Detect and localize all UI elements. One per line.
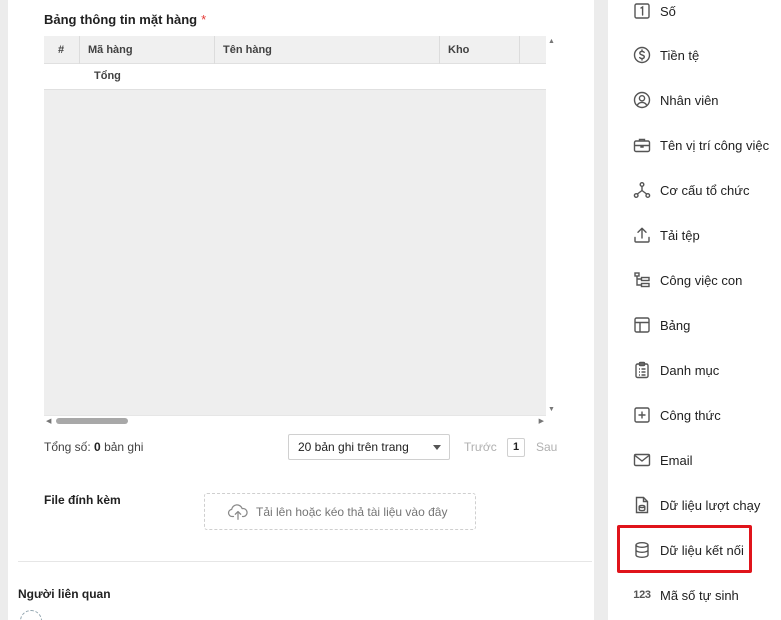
horizontal-scroll-thumb[interactable] <box>56 418 128 424</box>
grid-header: # Mã hàng Tên hàng Kho <box>44 36 546 64</box>
palette-item-number[interactable]: Số <box>632 0 781 22</box>
grid-empty-area <box>44 90 546 415</box>
database-icon <box>632 540 652 560</box>
required-mark: * <box>201 12 207 27</box>
auto-number-icon: 123 <box>633 589 651 601</box>
briefcase-icon <box>632 135 652 155</box>
palette-item-category[interactable]: Danh mục <box>632 359 781 381</box>
scroll-left-icon[interactable]: ◀ <box>46 417 51 425</box>
palette-item-email[interactable]: Email <box>632 449 781 471</box>
palette-item-job-position[interactable]: Tên vị trí công việc <box>632 134 781 156</box>
panel-notch <box>8 126 14 138</box>
column-header-index[interactable]: # <box>44 36 80 64</box>
palette-item-subtask[interactable]: Công việc con <box>632 269 781 291</box>
scroll-down-icon[interactable]: ▼ <box>548 406 555 413</box>
dollar-icon <box>632 45 652 65</box>
file-data-icon <box>632 495 652 515</box>
palette-item-file-upload[interactable]: Tải tệp <box>632 224 781 246</box>
page-size-select[interactable]: 20 bản ghi trên trang <box>288 434 450 460</box>
record-count: 0 <box>94 440 101 454</box>
current-page[interactable]: 1 <box>507 438 525 457</box>
column-header-warehouse[interactable]: Kho <box>440 36 520 64</box>
palette-item-run-data[interactable]: Dữ liệu lượt chạy <box>632 494 781 516</box>
prev-page-button[interactable]: Trước <box>464 440 497 454</box>
vertical-scrollbar[interactable]: ▲ ▼ <box>546 36 557 415</box>
attachments-label: File đính kèm <box>44 493 121 507</box>
plus-square-icon <box>632 405 652 425</box>
grid-total-row: Tổng <box>44 64 546 90</box>
field-palette: Số Tiền tệ Nhân viên Tên vị trí công việ… <box>608 0 781 620</box>
column-header-item-code[interactable]: Mã hàng <box>80 36 215 64</box>
palette-item-connected-data[interactable]: Dữ liệu kết nối <box>632 539 781 561</box>
items-grid: # Mã hàng Tên hàng Kho Tổng ▲ ▼ ◀ ▶ <box>44 36 557 426</box>
pagination-bar: Tổng số: 0 bản ghi 20 bản ghi trên trang… <box>44 434 560 460</box>
record-total: Tổng số: 0 bản ghi <box>44 440 144 454</box>
table-icon <box>632 315 652 335</box>
palette-item-auto-number[interactable]: 123 Mã số tự sinh <box>632 584 781 606</box>
palette-item-formula[interactable]: Công thức <box>632 404 781 426</box>
section-divider <box>18 561 592 562</box>
palette-item-employee[interactable]: Nhân viên <box>632 89 781 111</box>
palette-item-table[interactable]: Bảng <box>632 314 781 336</box>
user-icon <box>632 90 652 110</box>
subtask-icon <box>632 270 652 290</box>
palette-item-currency[interactable]: Tiền tệ <box>632 44 781 66</box>
total-row-label: Tổng <box>94 70 121 82</box>
file-upload-dropzone[interactable]: Tải lên hoặc kéo thả tài liệu vào đây <box>204 493 476 530</box>
chevron-down-icon <box>433 445 441 450</box>
column-header-extra[interactable] <box>520 36 546 64</box>
clipboard-list-icon <box>632 360 652 380</box>
next-page-button[interactable]: Sau <box>536 440 557 454</box>
palette-item-org-structure[interactable]: Cơ cấu tổ chức <box>632 179 781 201</box>
mail-icon <box>632 450 652 470</box>
related-people-label: Người liên quan <box>18 587 111 601</box>
horizontal-scrollbar[interactable]: ◀ ▶ <box>44 415 546 426</box>
cloud-upload-icon <box>227 504 248 520</box>
page-size-value: 20 bản ghi trên trang <box>298 440 409 454</box>
column-header-item-name[interactable]: Tên hàng <box>215 36 440 64</box>
org-structure-icon <box>632 180 652 200</box>
number-1-icon <box>632 1 652 21</box>
upload-icon <box>632 225 652 245</box>
scroll-up-icon[interactable]: ▲ <box>548 38 555 45</box>
items-table-title: Bảng thông tin mặt hàng * <box>44 12 207 27</box>
page: Bảng thông tin mặt hàng * # Mã hàng Tên h… <box>0 0 781 620</box>
upload-hint: Tải lên hoặc kéo thả tài liệu vào đây <box>256 505 448 519</box>
scroll-right-icon[interactable]: ▶ <box>539 417 544 425</box>
